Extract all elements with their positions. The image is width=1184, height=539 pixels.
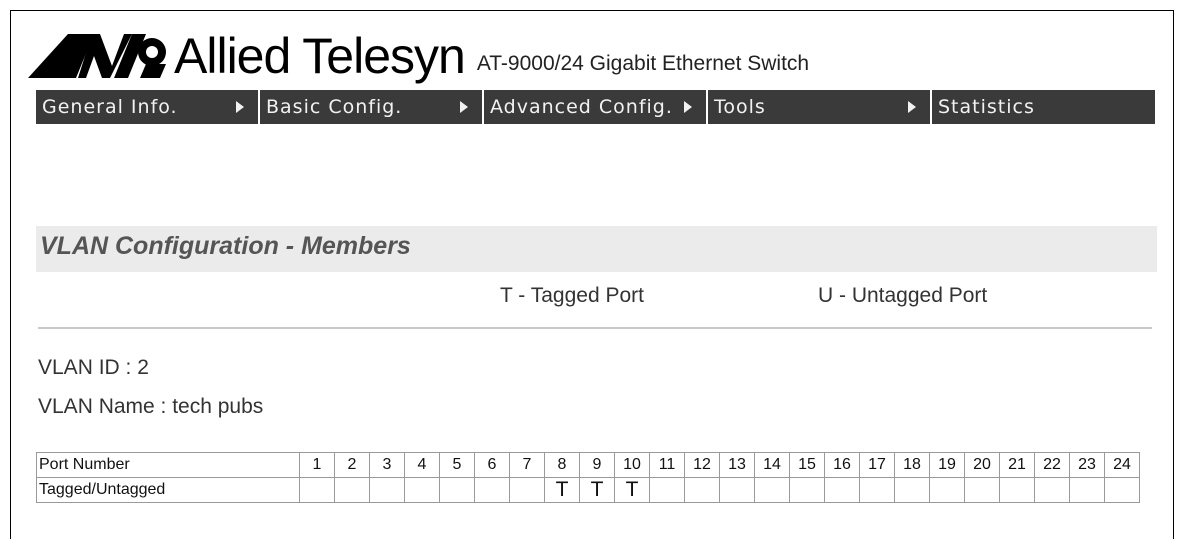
port-membership-cell <box>369 477 405 503</box>
port-number-cell: 23 <box>1069 452 1105 478</box>
port-number-cell: 5 <box>439 452 475 478</box>
port-number-cell: 8 <box>544 452 580 478</box>
port-number-cell: 24 <box>1104 452 1140 478</box>
port-membership-cell <box>964 477 1000 503</box>
port-membership-table: Port Number 1 2 3 4 5 6 7 8 9 10 11 12 1… <box>36 452 1140 503</box>
page-title: VLAN Configuration - Members <box>40 232 411 260</box>
port-membership-cell <box>789 477 825 503</box>
nav-label: Tools <box>714 96 766 118</box>
port-membership-cell <box>334 477 370 503</box>
triangle-right-icon <box>236 101 244 113</box>
port-membership-cell: T <box>544 477 580 503</box>
triangle-right-icon <box>684 101 692 113</box>
header: Allied Telesyn AT-9000/24 Gigabit Ethern… <box>28 28 810 84</box>
port-membership-cell <box>1034 477 1070 503</box>
port-number-cell: 20 <box>964 452 1000 478</box>
main-nav: General Info. Basic Config. Advanced Con… <box>36 90 1155 124</box>
port-number-cell: 22 <box>1034 452 1070 478</box>
nav-label: Statistics <box>938 96 1035 118</box>
port-membership-cell <box>649 477 685 503</box>
nav-tools[interactable]: Tools <box>708 90 932 124</box>
port-membership-cell <box>684 477 720 503</box>
nav-label: Basic Config. <box>266 96 403 118</box>
port-number-cell: 2 <box>334 452 370 478</box>
divider <box>38 327 1152 329</box>
port-membership-cell <box>999 477 1035 503</box>
port-number-row: Port Number 1 2 3 4 5 6 7 8 9 10 11 12 1… <box>36 452 1140 478</box>
port-number-cell: 16 <box>824 452 860 478</box>
port-number-cell: 10 <box>614 452 650 478</box>
port-number-cell: 7 <box>509 452 545 478</box>
nav-general-info[interactable]: General Info. <box>36 90 260 124</box>
port-membership-cell: T <box>614 477 650 503</box>
nav-label: General Info. <box>42 96 178 118</box>
port-membership-cell <box>404 477 440 503</box>
port-number-cell: 17 <box>859 452 895 478</box>
port-membership-cell <box>719 477 755 503</box>
port-membership-cell <box>824 477 860 503</box>
port-membership-cell <box>859 477 895 503</box>
nav-advanced-config[interactable]: Advanced Config. <box>484 90 708 124</box>
port-number-cell: 18 <box>894 452 930 478</box>
nav-statistics[interactable]: Statistics <box>932 90 1155 124</box>
port-membership-cell <box>1104 477 1140 503</box>
nav-basic-config[interactable]: Basic Config. <box>260 90 484 124</box>
vlan-id: VLAN ID : 2 <box>38 356 149 379</box>
port-number-cell: 3 <box>369 452 405 478</box>
port-membership-cell <box>754 477 790 503</box>
port-membership-cell <box>1069 477 1105 503</box>
port-number-cell: 4 <box>404 452 440 478</box>
vlan-name: VLAN Name : tech pubs <box>38 395 264 418</box>
port-number-cell: 6 <box>474 452 510 478</box>
port-number-cell: 14 <box>754 452 790 478</box>
allied-telesyn-logo-icon <box>28 34 166 78</box>
triangle-right-icon <box>908 101 916 113</box>
port-membership-cell <box>474 477 510 503</box>
port-membership-cell <box>929 477 965 503</box>
triangle-right-icon <box>460 101 468 113</box>
tagged-untagged-row: Tagged/Untagged T T T <box>36 477 1140 503</box>
port-membership-cell <box>299 477 335 503</box>
port-number-cell: 13 <box>719 452 755 478</box>
port-number-cell: 21 <box>999 452 1035 478</box>
port-membership-cell <box>509 477 545 503</box>
nav-label: Advanced Config. <box>490 96 673 118</box>
port-number-cell: 1 <box>299 452 335 478</box>
port-number-cell: 12 <box>684 452 720 478</box>
tagged-untagged-label: Tagged/Untagged <box>36 477 300 503</box>
legend-untagged: U - Untagged Port <box>818 284 988 307</box>
brand-name: Allied Telesyn <box>174 28 466 84</box>
port-number-cell: 9 <box>579 452 615 478</box>
port-membership-cell <box>439 477 475 503</box>
legend-tagged: T - Tagged Port <box>500 284 644 307</box>
port-membership-cell <box>894 477 930 503</box>
port-membership-cell: T <box>579 477 615 503</box>
port-number-cell: 15 <box>789 452 825 478</box>
product-name: AT-9000/24 Gigabit Ethernet Switch <box>476 52 810 75</box>
port-number-cell: 11 <box>649 452 685 478</box>
port-number-label: Port Number <box>36 452 300 478</box>
port-number-cell: 19 <box>929 452 965 478</box>
